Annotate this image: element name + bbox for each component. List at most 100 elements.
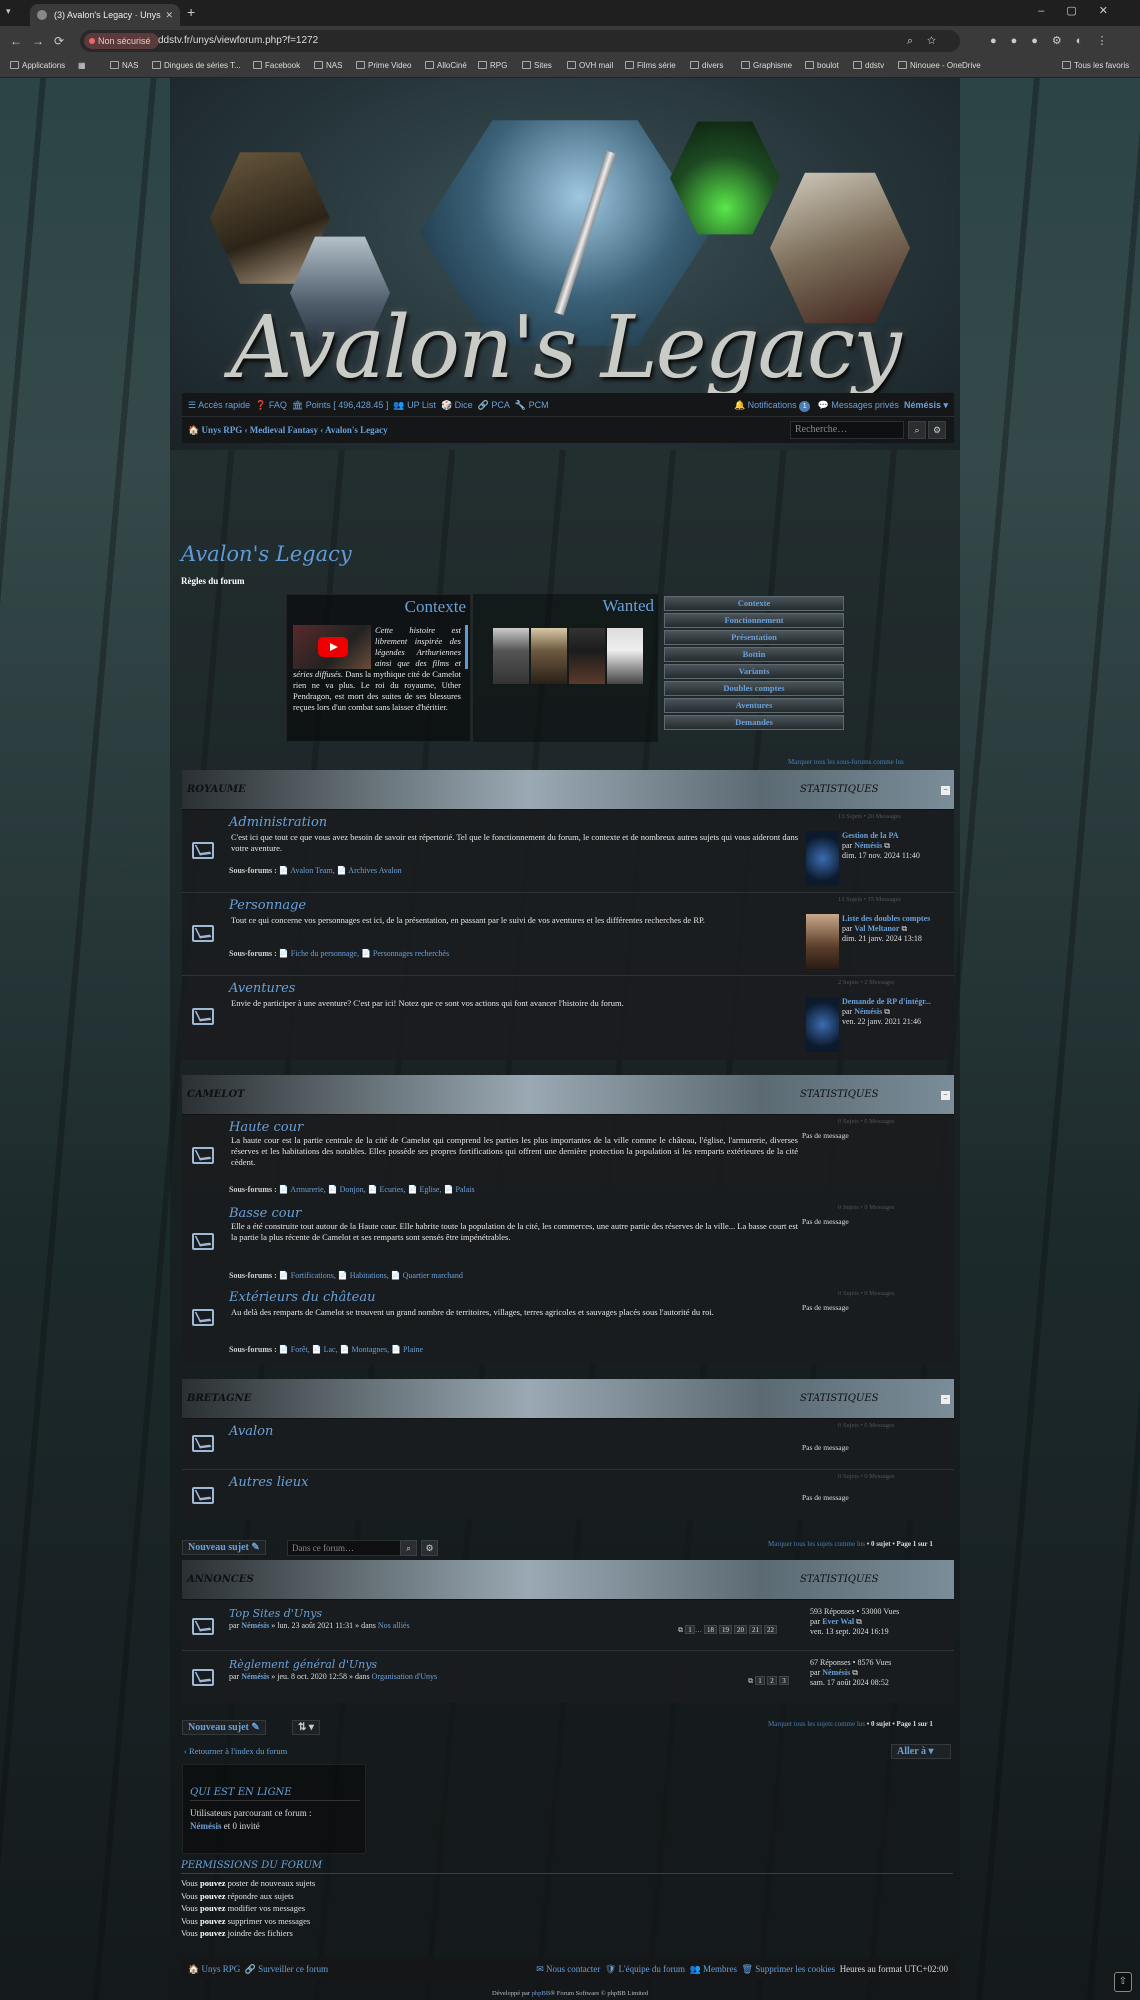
search-icon[interactable]: ⌕ — [908, 421, 926, 439]
bookmark-ddstv[interactable]: ddstv — [853, 61, 884, 70]
quick-access-link[interactable]: ☰ Accès rapide — [188, 400, 250, 410]
new-topic-button[interactable]: Nouveau sujet ✎ — [182, 1540, 266, 1555]
bookmark-all[interactable]: Tous les favoris — [1062, 61, 1129, 70]
forum-title[interactable]: Basse cour — [229, 1206, 301, 1221]
last-post-avatar[interactable] — [806, 914, 839, 969]
header-search-input[interactable]: Recherche… — [790, 421, 904, 439]
phpbb-link[interactable]: phpBB — [532, 1990, 550, 1997]
dice-link[interactable]: 🎲 Dice — [441, 400, 473, 410]
forum-search-input[interactable]: Dans ce forum… — [287, 1540, 401, 1556]
forum-title[interactable]: Personnage — [229, 898, 306, 913]
forum-title[interactable]: Haute cour — [229, 1120, 303, 1135]
forum-title[interactable]: Aventures — [229, 981, 295, 996]
last-post-avatar[interactable] — [806, 997, 839, 1052]
view-post-icon[interactable]: ⧉ — [852, 1668, 858, 1677]
contact-link[interactable]: ✉ Nous contacter — [536, 1964, 600, 1974]
up-list-link[interactable]: 👥 UP List — [393, 400, 436, 410]
bookmark-allocine[interactable]: AlloCiné — [425, 61, 467, 70]
omnibox-icons[interactable]: ⌕☆ — [907, 30, 950, 52]
private-messages-link[interactable]: 💬 Messages privés — [818, 400, 899, 410]
bookmark-sites[interactable]: Sites — [522, 61, 552, 70]
pca-link[interactable]: 🔗 PCA — [478, 400, 510, 410]
last-post-title[interactable]: Liste des doubles comptes — [842, 914, 954, 924]
grid-icon[interactable]: ▦ — [78, 61, 86, 70]
wanted-portrait[interactable] — [531, 628, 567, 684]
watch-forum-link[interactable]: 🔗 Surveiller ce forum — [245, 1964, 328, 1974]
collapse-icon[interactable]: − — [941, 786, 950, 795]
menu-fonctionnement[interactable]: Fonctionnement — [664, 613, 844, 628]
url-text[interactable]: ddstv.fr/unys/viewforum.php?f=1272 — [158, 30, 318, 52]
scroll-top-icon[interactable]: ⇧ — [1114, 1972, 1132, 1992]
menu-aventures[interactable]: Aventures — [664, 698, 844, 713]
bookmark-facebook[interactable]: Facebook — [253, 61, 300, 70]
new-tab-icon[interactable]: + — [187, 4, 195, 20]
contexte-scrollbar[interactable] — [465, 625, 468, 669]
forum-title[interactable]: Administration — [229, 815, 327, 830]
bookmark-nas[interactable]: NAS — [110, 61, 138, 70]
forum-title[interactable]: Extérieurs du château — [229, 1290, 375, 1305]
breadcrumb-avalon[interactable]: Avalon's Legacy — [325, 425, 388, 435]
collapse-icon[interactable]: − — [941, 1395, 950, 1404]
nav-buttons[interactable]: ←→⟳ — [10, 34, 74, 48]
extension-icons[interactable]: ●●●⚙◐⋮ — [990, 34, 1121, 47]
bookmark-nas-2[interactable]: NAS — [314, 61, 342, 70]
topic-forum-link[interactable]: Nos alliés — [378, 1621, 410, 1630]
collapse-icon[interactable]: − — [941, 1091, 950, 1100]
wanted-portrait[interactable] — [493, 628, 529, 684]
breadcrumb-medieval[interactable]: Medieval Fantasy — [250, 425, 318, 435]
topic-pagination[interactable]: ⧉ 1 2 3 — [748, 1676, 789, 1686]
subforum-links[interactable]: 📄 Fiche du personnage, 📄 Personnages rec… — [279, 949, 449, 958]
menu-doubles-comptes[interactable]: Doubles comptes — [664, 681, 844, 696]
topic-author[interactable]: Némésis — [241, 1621, 269, 1630]
bookmark-films[interactable]: Films série — [625, 61, 676, 70]
bookmark-prime[interactable]: Prime Video — [356, 61, 411, 70]
category-name[interactable]: ROYAUME — [187, 784, 246, 795]
subforum-links[interactable]: 📄 Forêt, 📄 Lac, 📄 Montagnes, 📄 Plaine — [279, 1345, 423, 1354]
last-post-user[interactable]: Ever Wal — [822, 1617, 854, 1626]
members-link[interactable]: 👥 Membres — [690, 1964, 737, 1974]
back-to-index-link[interactable]: ‹ Retourner à l'index du forum — [184, 1746, 287, 1756]
breadcrumb-unys[interactable]: Unys RPG — [201, 425, 242, 435]
jump-to-dropdown[interactable]: Aller à ▾ — [891, 1744, 951, 1759]
tab-search-icon[interactable]: ▾ — [6, 6, 11, 17]
advanced-search-gear-icon[interactable]: ⚙ — [421, 1540, 438, 1556]
menu-contexte[interactable]: Contexte — [664, 596, 844, 611]
menu-variants[interactable]: Variants — [664, 664, 844, 679]
topic-row[interactable]: Top Sites d'Unys par Némésis » lun. 23 a… — [182, 1601, 954, 1651]
mark-topics-read-link[interactable]: Marquer tous les sujets comme lus — [768, 1720, 865, 1728]
window-controls[interactable]: –▢✕ — [1038, 4, 1130, 17]
view-post-icon[interactable]: ⧉ — [884, 841, 890, 850]
forum-row[interactable]: Autres lieux 0 Sujets • 0 Messages Pas d… — [182, 1470, 954, 1519]
topic-forum-link[interactable]: Organisation d'Unys — [372, 1672, 438, 1681]
security-badge[interactable]: Non sécurisé — [84, 33, 159, 49]
bookmark-divers[interactable]: divers — [690, 61, 723, 70]
last-post-user[interactable]: Némésis — [854, 841, 882, 850]
subforum-links[interactable]: 📄 Fortifications, 📄 Habitations, 📄 Quart… — [279, 1271, 463, 1280]
wanted-portrait[interactable] — [569, 628, 605, 684]
forum-rules-link[interactable]: Règles du forum — [181, 576, 245, 586]
play-icon[interactable] — [318, 637, 348, 657]
topic-title[interactable]: Règlement général d'Unys — [229, 1658, 377, 1671]
category-name[interactable]: CAMELOT — [187, 1089, 245, 1100]
last-post-title[interactable]: Gestion de la PA — [842, 831, 954, 841]
bookmark-graphisme[interactable]: Graphisme — [741, 61, 792, 70]
youtube-video[interactable] — [293, 625, 371, 669]
sort-options-button[interactable]: ⇅ ▾ — [292, 1720, 320, 1735]
bookmark-boulot[interactable]: boulot — [805, 61, 839, 70]
bookmark-onedrive[interactable]: Ninouee - OneDrive — [898, 61, 981, 70]
last-post-title[interactable]: Demande de RP d'intégr... — [842, 997, 954, 1007]
forum-row[interactable]: Extérieurs du château Au delà des rempar… — [182, 1287, 954, 1363]
user-menu[interactable]: Némésis ▾ — [904, 400, 948, 410]
topic-row[interactable]: Règlement général d'Unys par Némésis » j… — [182, 1652, 954, 1702]
view-post-icon[interactable]: ⧉ — [901, 924, 907, 933]
topic-author[interactable]: Némésis — [241, 1672, 269, 1681]
mark-subforums-read-link[interactable]: Marquer tous les sous-forums comme lus — [788, 758, 904, 766]
page-title[interactable]: Avalon's Legacy — [181, 542, 352, 566]
last-post-user[interactable]: Némésis — [822, 1668, 850, 1677]
subforum-links[interactable]: 📄 Armurerie, 📄 Donjon, 📄 Ecuries, 📄 Egli… — [279, 1185, 475, 1194]
wanted-portrait[interactable] — [607, 628, 643, 684]
forum-title[interactable]: Autres lieux — [229, 1475, 308, 1490]
forum-row[interactable]: Aventures Envie de participer à une aven… — [182, 976, 954, 1059]
topic-title[interactable]: Top Sites d'Unys — [229, 1607, 322, 1620]
browser-tab[interactable]: (3) Avalon's Legacy · Unys ✕ — [30, 4, 180, 26]
